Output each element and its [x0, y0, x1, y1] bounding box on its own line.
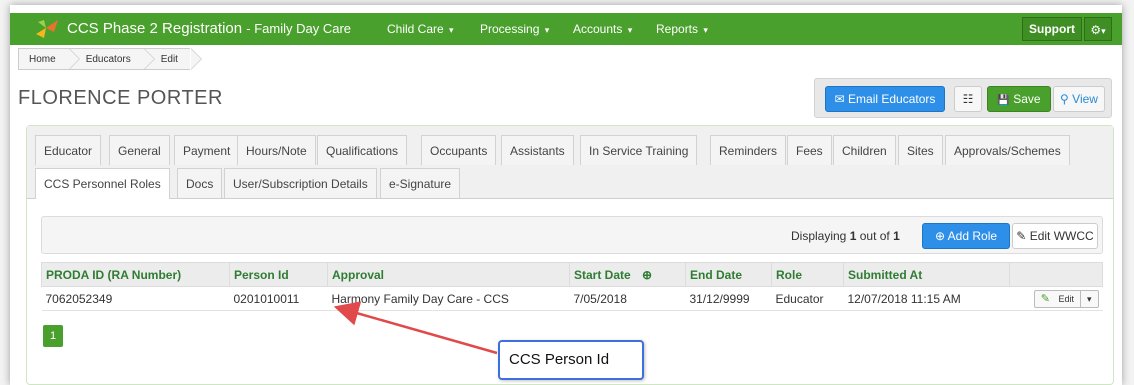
edit-wwcc-label: Edit WWCC	[1029, 229, 1094, 243]
tab-approvals-schemes[interactable]: Approvals/Schemes	[945, 135, 1070, 165]
row-edit-button[interactable]: ✎ Edit	[1035, 291, 1080, 307]
view-label: View	[1072, 92, 1098, 106]
tab-occupants[interactable]: Occupants	[421, 135, 497, 165]
cell-actions: ✎ Edit ▾	[1009, 286, 1103, 311]
page-actions: ✉ Email Educators ☷ 💾 Save ⚲ View	[814, 78, 1112, 118]
add-role-label: Add Role	[947, 229, 998, 243]
cell-submitted-at: 12/07/2018 11:15 AM	[843, 286, 1010, 311]
column-header-proda-id[interactable]: PRODA ID (RA Number)	[41, 262, 230, 287]
annotation-callout: CCS Person Id	[498, 340, 644, 380]
cell-end-date: 31/12/9999	[685, 286, 772, 311]
cell-approval: Harmony Family Day Care - CCS	[327, 286, 570, 311]
column-header-actions	[1009, 262, 1103, 287]
page-title: FLORENCE PORTER	[18, 87, 223, 109]
settings-menu-button[interactable]: ⚙▾	[1084, 17, 1112, 41]
gear-icon: ⚙	[1090, 23, 1102, 37]
plus-circle-icon: ⊕	[934, 229, 945, 243]
envelope-icon: ✉	[834, 92, 845, 106]
tab-general[interactable]: General	[109, 135, 170, 165]
pagination-page-1[interactable]: 1	[43, 325, 63, 347]
tab-educator[interactable]: Educator	[35, 135, 102, 165]
tab-qualifications[interactable]: Qualifications	[317, 135, 408, 165]
logo-icon	[36, 20, 58, 38]
list-view-button[interactable]: ☷	[954, 86, 982, 112]
cell-proda-id: 7062052349	[41, 286, 230, 311]
floppy-disk-icon: 💾	[997, 95, 1010, 106]
email-educators-label: Email Educators	[848, 92, 936, 106]
brand-title: CCS Phase 2 Registration	[67, 20, 243, 37]
sort-icon[interactable]: ⊕	[642, 268, 652, 282]
pencil-icon: ✎	[1016, 229, 1027, 243]
column-header-role[interactable]: Role	[771, 262, 844, 287]
record-count-mid: out of	[856, 229, 894, 243]
nav-label: Reports	[656, 22, 699, 36]
chevron-down-icon: ▾	[1101, 26, 1106, 36]
top-navbar: CCS Phase 2 Registration - Family Day Ca…	[10, 13, 1122, 45]
tab-payment[interactable]: Payment	[174, 135, 240, 165]
save-button[interactable]: 💾 Save	[987, 86, 1051, 112]
record-count-prefix: Displaying	[791, 229, 850, 243]
nav-label: Child Care	[387, 22, 444, 36]
tab-reminders[interactable]: Reminders	[710, 135, 787, 165]
tab-ccs-personnel-roles[interactable]: CCS Personnel Roles	[35, 168, 170, 199]
search-icon: ⚲	[1060, 92, 1069, 106]
tab-assistants[interactable]: Assistants	[501, 135, 574, 165]
edit-wwcc-button[interactable]: ✎ Edit WWCC	[1012, 223, 1098, 249]
tab-user-subscription-details[interactable]: User/Subscription Details	[224, 168, 377, 198]
tab-fees[interactable]: Fees	[787, 135, 832, 165]
record-count-total: 1	[893, 229, 900, 243]
personnel-roles-table: PRODA ID (RA Number) Person Id Approval …	[41, 262, 1103, 311]
edit-icon: ✎	[1040, 292, 1050, 305]
breadcrumb-home[interactable]: Home	[18, 48, 80, 70]
tab-bar: Educator General Payment Hours/Note Qual…	[27, 126, 1113, 199]
chevron-down-icon: ▾	[703, 25, 708, 35]
tab-docs[interactable]: Docs	[177, 168, 223, 198]
email-educators-button[interactable]: ✉ Email Educators	[825, 86, 945, 112]
nav-label: Accounts	[573, 22, 623, 36]
chevron-down-icon: ▾	[1086, 293, 1092, 304]
nav-label: Processing	[480, 22, 540, 36]
app-window: CCS Phase 2 Registration - Family Day Ca…	[10, 5, 1122, 385]
tab-hours-note[interactable]: Hours/Note	[237, 135, 316, 165]
column-header-person-id[interactable]: Person Id	[229, 262, 328, 287]
chevron-down-icon: ▾	[627, 25, 633, 35]
start-date-label: Start Date	[574, 267, 631, 282]
cell-role: Educator	[771, 286, 844, 311]
brand-subtitle: - Family Day Care	[246, 21, 352, 36]
support-button[interactable]: Support	[1022, 17, 1082, 41]
column-header-approval[interactable]: Approval	[327, 262, 570, 287]
record-count: Displaying 1 out of 1	[791, 229, 900, 243]
column-header-start-date[interactable]: Start Date ⊕	[569, 262, 686, 287]
row-edit-button-group: ✎ Edit ▾	[1033, 289, 1099, 308]
view-button[interactable]: ⚲ View	[1053, 86, 1105, 112]
nav-child-care[interactable]: Child Care ▾	[387, 22, 454, 36]
nav-reports[interactable]: Reports ▾	[656, 22, 708, 36]
app-brand[interactable]: CCS Phase 2 Registration - Family Day Ca…	[67, 20, 351, 37]
cell-person-id: 0201010011	[229, 286, 328, 311]
row-edit-dropdown-toggle[interactable]: ▾	[1079, 290, 1098, 307]
table-row: 7062052349 0201010011 Harmony Family Day…	[41, 286, 1103, 311]
roles-toolbar: Displaying 1 out of 1 ⊕ Add Role ✎ Edit …	[41, 216, 1103, 254]
nav-accounts[interactable]: Accounts ▾	[573, 22, 632, 36]
column-header-submitted-at[interactable]: Submitted At	[843, 262, 1010, 287]
chevron-down-icon: ▾	[449, 25, 454, 35]
save-label: Save	[1013, 92, 1041, 106]
nav-processing[interactable]: Processing ▾	[480, 22, 549, 36]
tab-children[interactable]: Children	[833, 135, 896, 165]
tab-in-service-training[interactable]: In Service Training	[580, 135, 698, 165]
list-icon: ☷	[962, 92, 974, 106]
chevron-down-icon: ▾	[544, 25, 550, 35]
tab-sites[interactable]: Sites	[898, 135, 943, 165]
table-header-row: PRODA ID (RA Number) Person Id Approval …	[41, 262, 1103, 287]
cell-start-date: 7/05/2018	[569, 286, 686, 311]
add-role-button[interactable]: ⊕ Add Role	[922, 223, 1010, 249]
breadcrumb: Home Educators Edit	[18, 48, 203, 70]
tab-e-signature[interactable]: e-Signature	[380, 168, 461, 198]
column-header-end-date[interactable]: End Date	[685, 262, 772, 287]
row-edit-label: Edit	[1058, 293, 1074, 304]
